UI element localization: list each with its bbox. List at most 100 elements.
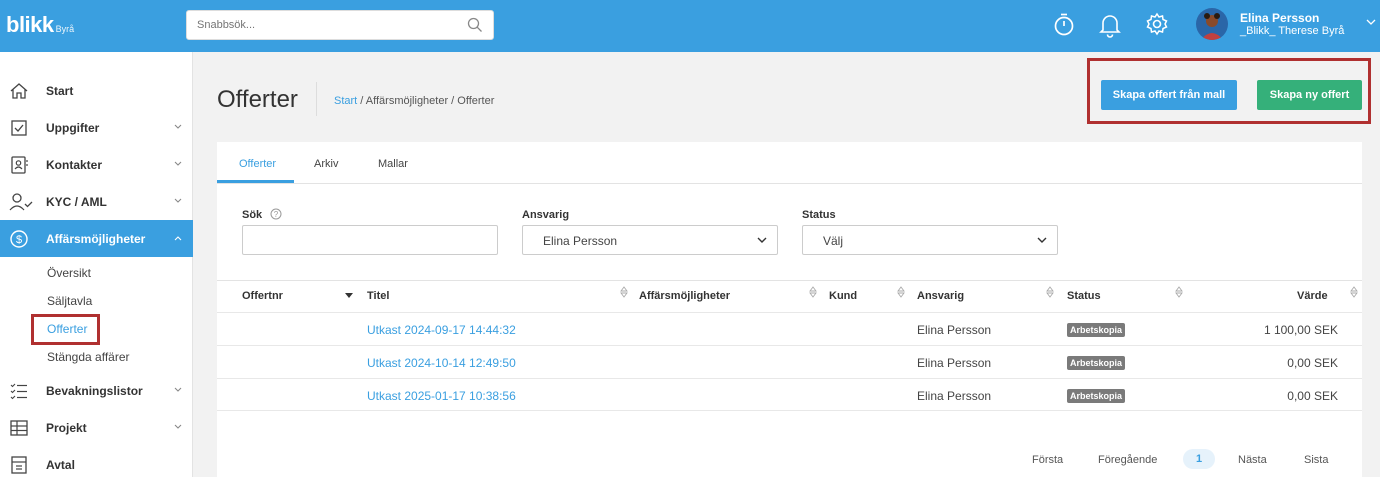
sidebar-item-label: KYC / AML [46,195,107,209]
responsible-label: Ansvarig [522,209,570,221]
table-header-divider [217,280,1362,281]
quick-search [186,10,494,40]
breadcrumb: Start / Affärsmöjligheter / Offerter [334,95,494,107]
search-input[interactable] [243,226,497,254]
sidebar-item-uppgifter[interactable]: Uppgifter [0,109,193,146]
tab-mallar[interactable]: Mallar [378,158,408,170]
sort-icon[interactable] [897,286,905,298]
contact-card-icon [11,156,28,174]
column-header-varde[interactable]: Värde [1297,290,1328,302]
sidebar-item-start[interactable]: Start [0,72,193,109]
sidebar-item-label: Uppgifter [46,121,100,135]
logo[interactable]: blikk Byrå [6,12,74,38]
status-select-value: Välj [823,234,844,248]
sort-icon[interactable] [809,286,817,298]
create-new-offer-button[interactable]: Skapa ny offert [1257,80,1362,110]
status-badge: Arbetskopia [1067,323,1126,337]
offer-title-link[interactable]: Utkast 2024-09-17 14:44:32 [367,323,516,337]
status-badge: Arbetskopia [1067,356,1126,370]
offers-card: Offerter Arkiv Mallar Sök ? Ansvarig Eli… [217,142,1362,477]
sidebar-item-label: Projekt [46,421,87,435]
top-bar: blikkByrå Elina Persson _Blikk_ The [0,0,1380,52]
stopwatch-icon[interactable] [1053,12,1075,38]
column-header-ansvarig[interactable]: Ansvarig [917,290,964,302]
sidebar-subitem-saljtavla[interactable]: Säljtavla [47,294,92,308]
sidebar-item-kyc-aml[interactable]: KYC / AML [0,183,193,220]
pagination-last[interactable]: Sista [1304,454,1328,466]
tab-bar: Offerter Arkiv Mallar [217,142,1362,184]
bell-icon[interactable] [1099,12,1121,38]
sort-icon[interactable] [1350,286,1358,298]
column-header-titel[interactable]: Titel [367,290,389,302]
logo-sub: Byrå [55,24,75,34]
checklist-icon [10,383,27,400]
column-header-kund[interactable]: Kund [829,290,857,302]
logo-text: blikk [6,12,54,37]
pagination-current-page[interactable]: 1 [1183,449,1215,469]
offer-responsible: Elina Persson [917,356,992,370]
responsible-select-value: Elina Persson [543,234,618,248]
svg-text:$: $ [16,234,22,246]
column-header-affarsmojligheter[interactable]: Affärsmöjligheter [639,290,730,302]
svg-text:?: ? [274,210,279,219]
offer-value: 1 100,00 SEK [1263,323,1338,337]
sidebar-item-affarsmojligheter[interactable]: $ Affärsmöjligheter [0,220,193,257]
pagination-first[interactable]: Första [1032,454,1063,466]
status-select[interactable]: Välj [802,225,1058,255]
sidebar-item-kontakter[interactable]: Kontakter [0,146,193,183]
chevron-down-icon [1037,237,1047,243]
pagination-next[interactable]: Nästa [1238,454,1267,466]
search-label: Sök [242,209,263,221]
sidebar-subitem-oversikt[interactable]: Översikt [47,266,91,280]
search-icon[interactable] [467,17,483,33]
sidebar-item-label: Bevakningslistor [46,384,143,398]
user-company: _Blikk_ Therese Byrå [1240,25,1345,37]
chevron-down-icon [174,424,182,429]
user-menu[interactable]: Elina Persson _Blikk_ Therese Byrå [1196,8,1380,44]
offer-responsible: Elina Persson [917,389,992,403]
chevron-down-icon [174,124,182,129]
status-label: Status [802,209,836,221]
highlight-box-offerter [31,314,100,345]
sidebar-item-avtal[interactable]: Avtal [0,446,193,477]
sort-icon[interactable] [1046,286,1054,298]
tab-offerter[interactable]: Offerter [239,158,276,170]
sort-icon[interactable] [620,286,628,298]
chevron-down-icon[interactable] [1366,18,1376,26]
responsible-select[interactable]: Elina Persson [522,225,778,255]
header-divider [316,82,317,116]
page-title: Offerter [217,86,298,113]
sidebar-item-bevakningslistor[interactable]: Bevakningslistor [0,372,193,409]
quick-search-input[interactable] [187,11,447,39]
chevron-down-icon [174,198,182,203]
tab-arkiv[interactable]: Arkiv [314,158,338,170]
table-row[interactable]: Utkast 2024-09-17 14:44:32 Elina Persson… [217,312,1362,345]
chevron-down-icon [174,161,182,166]
checkbox-icon [11,120,27,136]
dollar-circle-icon: $ [10,230,28,248]
offer-value: 0,00 SEK [1287,389,1338,403]
home-icon [10,83,28,99]
column-header-offertnr[interactable]: Offertnr [242,290,283,302]
sidebar-item-label: Affärsmöjligheter [46,232,146,246]
sort-desc-icon[interactable] [345,293,353,299]
gear-icon[interactable] [1145,12,1169,36]
table-row[interactable]: Utkast 2025-01-17 10:38:56 Elina Persson… [217,378,1362,411]
offer-responsible: Elina Persson [917,323,992,337]
sidebar-subitem-stangda-affarer[interactable]: Stängda affärer [47,350,130,364]
chevron-up-icon [174,236,182,241]
chevron-down-icon [174,387,182,392]
sidebar-item-projekt[interactable]: Projekt [0,409,193,446]
create-from-template-button[interactable]: Skapa offert från mall [1101,80,1237,110]
pagination-prev[interactable]: Föregående [1098,454,1157,466]
status-badge: Arbetskopia [1067,389,1126,403]
sort-icon[interactable] [1175,286,1183,298]
table-row[interactable]: Utkast 2024-10-14 12:49:50 Elina Persson… [217,345,1362,378]
breadcrumb-link-start[interactable]: Start [334,95,357,107]
sidebar-item-label: Kontakter [46,158,103,172]
help-icon[interactable]: ? [270,208,282,220]
table-icon [10,420,28,436]
offer-title-link[interactable]: Utkast 2025-01-17 10:38:56 [367,389,516,403]
offer-title-link[interactable]: Utkast 2024-10-14 12:49:50 [367,356,516,370]
column-header-status[interactable]: Status [1067,290,1101,302]
